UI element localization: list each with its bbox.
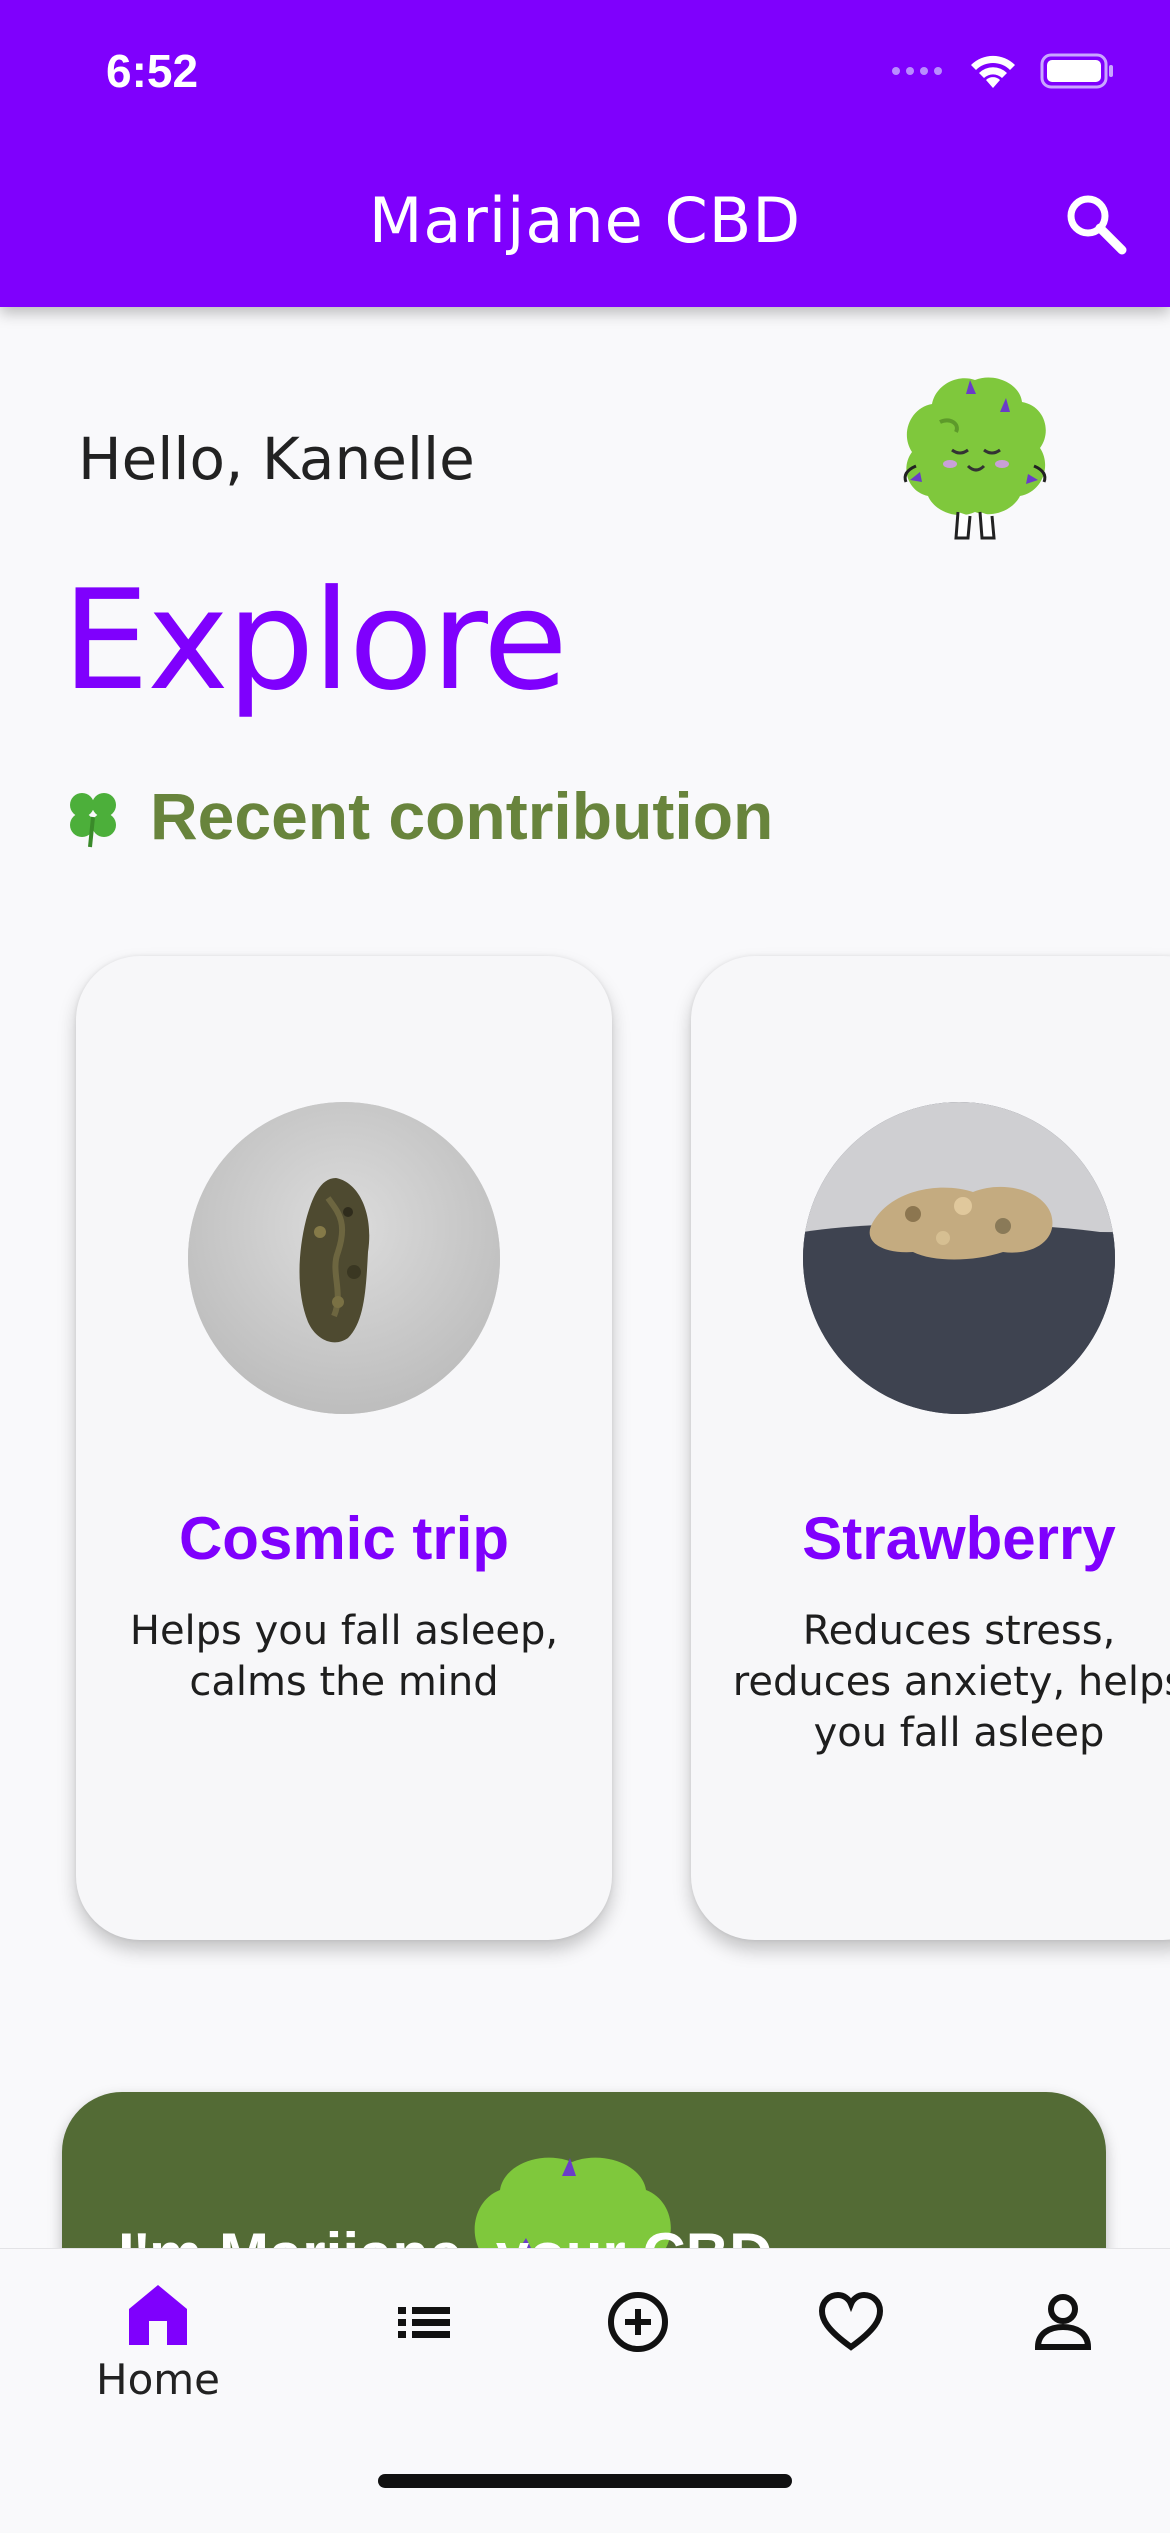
product-name: Cosmic trip xyxy=(178,1505,510,1572)
product-image xyxy=(188,1102,500,1414)
app-title: Marijane CBD xyxy=(368,184,802,257)
app-bar: 6:52 Marijane CBD xyxy=(0,0,1170,307)
product-description: Helps you fall asleep, calms the mind xyxy=(129,1608,559,1705)
section-header: Recent contribution xyxy=(60,778,773,854)
home-indicator[interactable] xyxy=(378,2474,792,2488)
heart-icon xyxy=(818,2291,884,2351)
mascot-illustration xyxy=(903,377,1047,540)
page-title: Explore xyxy=(62,560,568,721)
nav-item-list[interactable] xyxy=(350,2279,500,2357)
product-image xyxy=(803,1102,1115,1414)
product-card[interactable]: Strawberry Reduces stress, reduces anxie… xyxy=(691,956,1170,1940)
product-card[interactable]: Cosmic trip Helps you fall asleep, calms… xyxy=(76,956,612,1940)
section-title: Recent contribution xyxy=(150,779,774,853)
nav-item-profile[interactable] xyxy=(988,2279,1138,2357)
nav-label-home: Home xyxy=(95,2355,221,2404)
clover-icon xyxy=(70,793,116,848)
person-icon xyxy=(1034,2294,1092,2350)
home-icon xyxy=(129,2285,187,2345)
bottom-nav: Home xyxy=(0,2248,1170,2533)
add-circle-icon xyxy=(608,2292,668,2352)
nav-item-favorites[interactable] xyxy=(776,2279,926,2357)
battery-icon xyxy=(1040,53,1113,89)
list-icon xyxy=(398,2307,450,2338)
greeting-text: Hello, Kanelle xyxy=(78,425,475,493)
signal-icon xyxy=(892,67,942,75)
search-button[interactable] xyxy=(1062,190,1130,258)
nav-item-add[interactable] xyxy=(563,2279,713,2357)
status-icons xyxy=(890,52,1114,90)
product-description: Reduces stress, reduces anxiety, helps y… xyxy=(732,1608,1170,1756)
nav-item-home[interactable]: Home xyxy=(83,2279,233,2404)
product-name: Strawberry xyxy=(802,1505,1116,1572)
status-time: 6:52 xyxy=(106,45,199,97)
search-icon xyxy=(1067,195,1127,255)
wifi-icon xyxy=(971,55,1015,88)
